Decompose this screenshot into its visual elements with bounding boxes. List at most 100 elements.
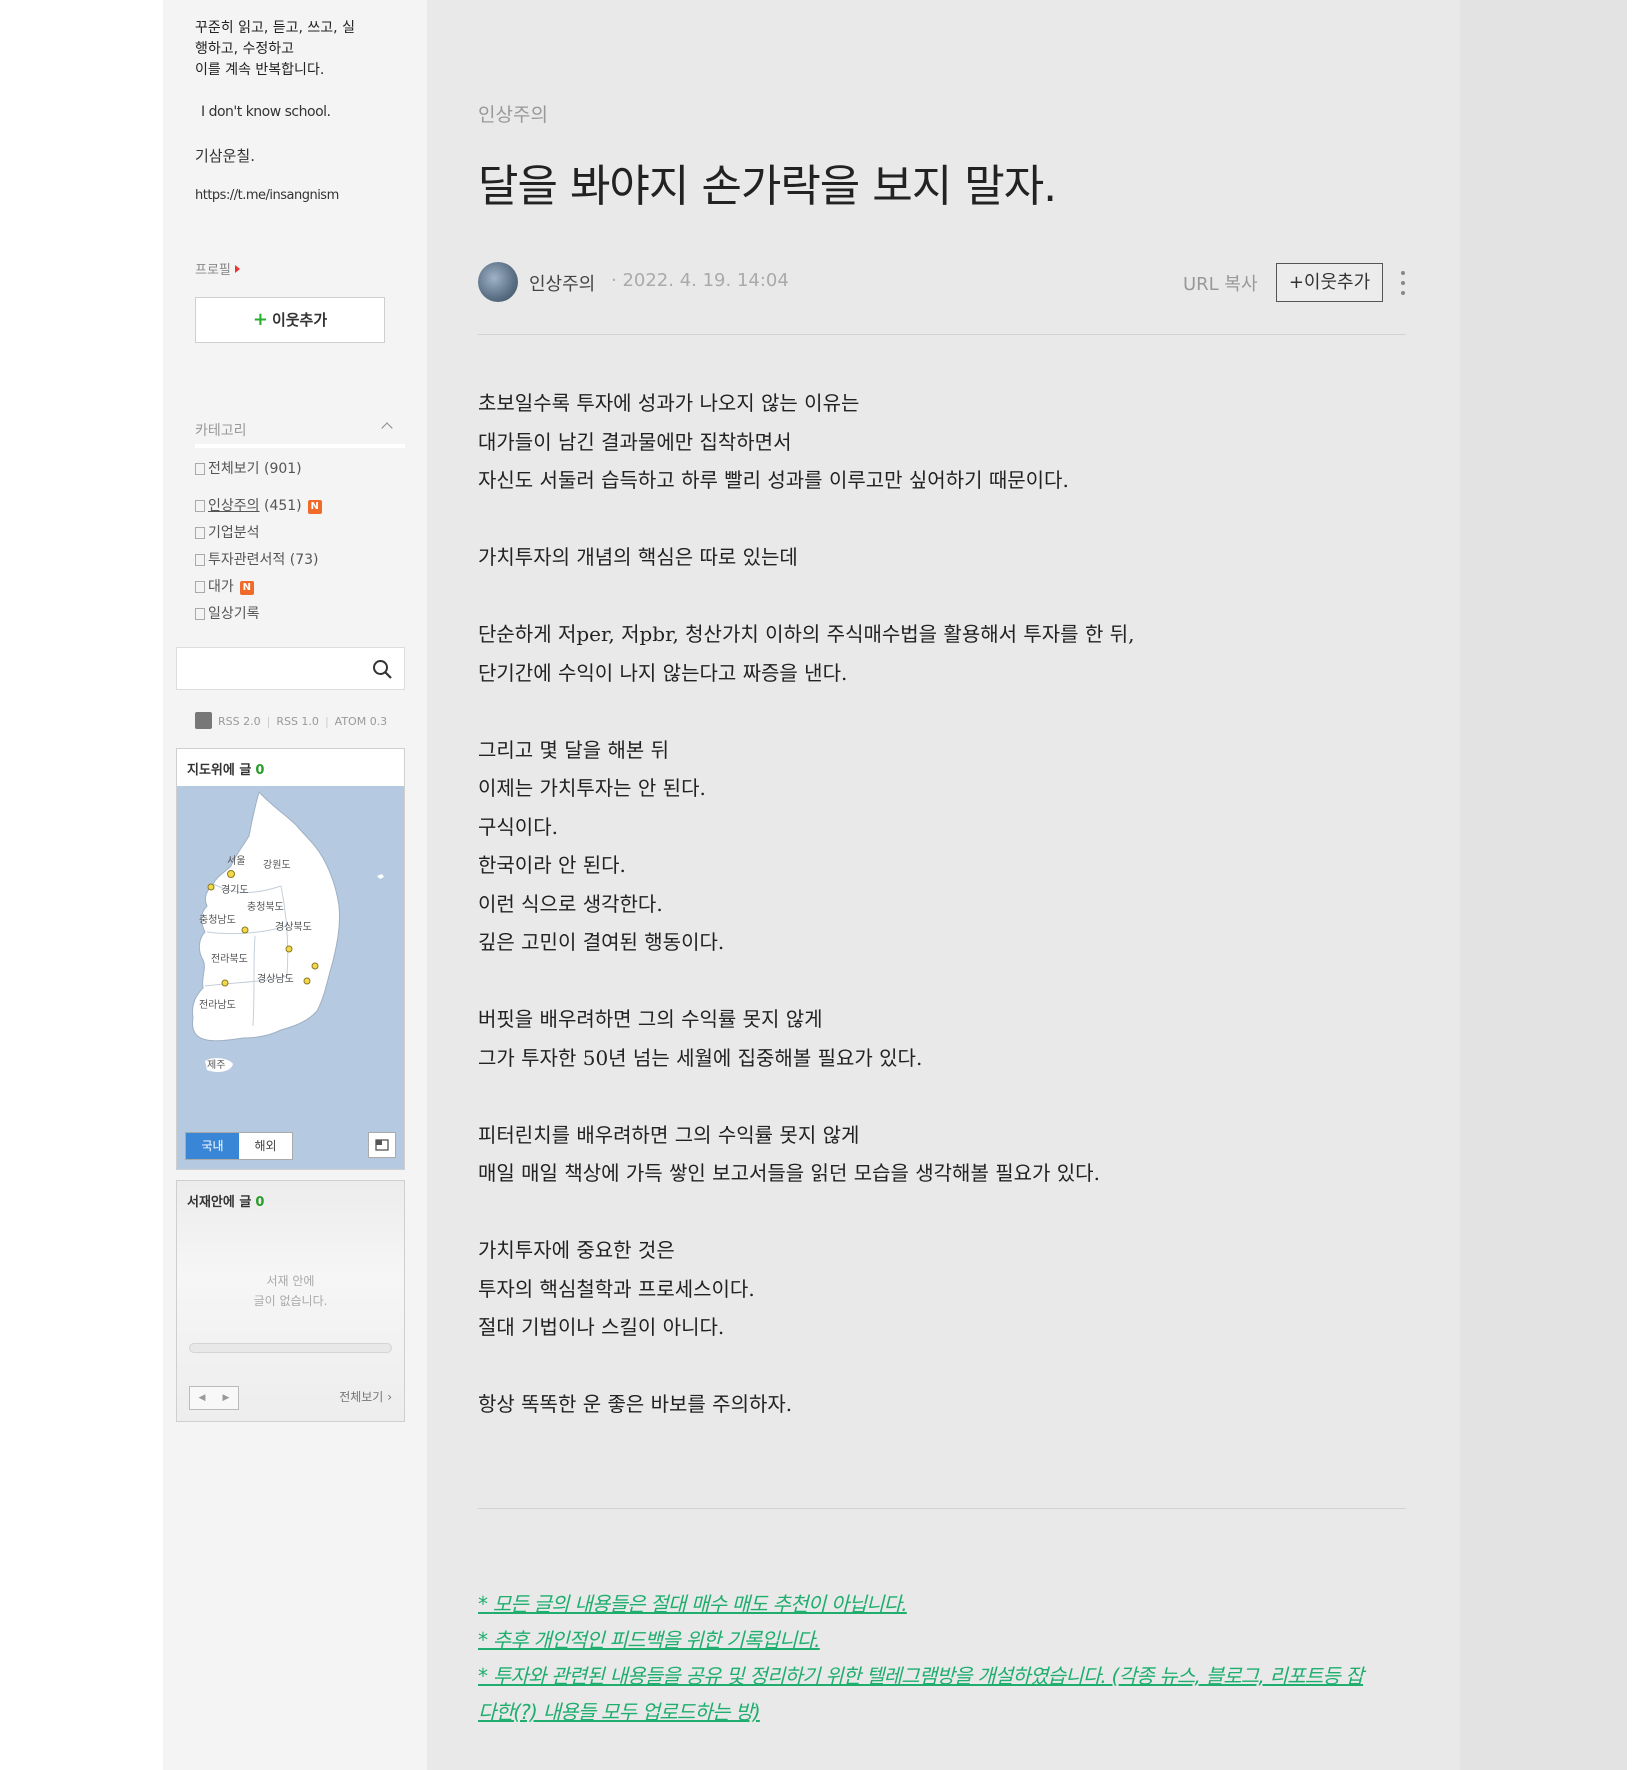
post-line: 그리고 몇 달을 해본 뒤 [478,737,670,762]
category-icon [195,463,205,475]
new-badge: N [307,500,322,514]
tab-domestic[interactable]: 국내 [186,1133,239,1159]
post-category-link[interactable]: 인상주의 [478,100,548,127]
rss-2-link[interactable]: RSS 2.0 [218,715,261,728]
scrollbar-track[interactable] [1627,0,1649,1770]
rss-1-link[interactable]: RSS 1.0 [276,715,319,728]
bookshelf-widget: 서재안에 글0 서재 안에 글이 없습니다. ◀ ▶ 전체보기 › [176,1180,405,1422]
intro-line: 행하고, 수정하고 [195,41,295,57]
header-divider [478,334,1406,335]
map-region-label: 경상남도 [257,972,294,985]
post-line: 단기간에 수익이 나지 않는다고 짜증을 낸다. [478,660,848,685]
post-line: 단순하게 저per, 저pbr, 청산가치 이하의 주식매수법을 활용해서 투자… [478,622,1135,646]
post-line: 그가 투자한 50년 넘는 세월에 집중해볼 필요가 있다. [478,1045,923,1070]
category-icon [195,554,205,566]
category-label: 일상기록 [208,606,260,622]
map-widget: 지도위에 글0 서울 강원도 경기도 충청북도 충청남도 경상북도 전라북도 경… [176,748,405,1170]
post-line: 가치투자의 개념의 핵심은 따로 있는데 [478,545,798,569]
map-region-label: 전라남도 [199,999,236,1011]
notice-link[interactable]: * 추후 개인적인 피드백을 위한 기록입니다. [478,1622,1408,1658]
post-date: · 2022. 4. 19. 14:04 [611,270,789,291]
post-line: 피터린치를 배우려하면 그의 수익률 못지 않게 [478,1122,860,1147]
map-region-label: 충청남도 [199,914,236,926]
category-item-investment-books[interactable]: 투자관련서적 (73) [195,549,318,569]
bookshelf-empty-message: 서재 안에 글이 없습니다. [177,1271,404,1311]
bookshelf-pager: ◀ ▶ [189,1386,239,1410]
search-icon[interactable] [372,659,392,679]
url-copy-button[interactable]: URL 복사 [1183,270,1258,296]
chevron-up-icon[interactable] [381,422,393,434]
category-item-all[interactable]: 전체보기 (901) [195,458,302,478]
post-line [478,962,1378,1001]
arrow-right-icon [234,265,240,273]
profile-label: 프로필 [195,263,231,278]
telegram-link[interactable]: https://t.me/insangnism [195,188,339,203]
sidebar: 꾸준히 읽고, 듣고, 쓰고, 실 행하고, 수정하고 이를 계속 반복합니다.… [163,0,427,1770]
tab-overseas[interactable]: 해외 [239,1133,292,1159]
map-region-label: 제주 [207,1059,225,1071]
category-label: 기업분석 [208,525,260,541]
profile-link[interactable]: 프로필 [195,259,240,278]
post-line: 한국이라 안 된다. [478,853,626,877]
next-page-button[interactable]: ▶ [214,1387,238,1409]
post-line: 대가들이 남긴 결과물에만 집착하면서 [478,429,792,454]
bookshelf-empty-line: 글이 없습니다. [253,1294,328,1308]
expand-map-button[interactable] [368,1132,396,1158]
post-line: 매일 매일 책상에 가득 쌓인 보고서들을 읽던 모습을 생각해볼 필요가 있다… [478,1161,1100,1185]
notice-link[interactable]: * 모든 글의 내용들은 절대 매수 매도 추천이 아닙니다. [478,1586,1408,1622]
post-line [478,577,1378,616]
right-margin [1460,0,1627,1770]
view-all-label: 전체보기 [339,1390,384,1404]
post-line: 가치투자에 중요한 것은 [478,1238,675,1262]
post-author[interactable]: 인상주의 [529,270,595,296]
bookshelf-post-count: 0 [255,1195,265,1210]
add-neighbor-label: 이웃추가 [271,311,328,329]
post-line [478,1193,1378,1232]
post-area: 인상주의 달을 봐야지 손가락을 보지 말자. 인상주의 · 2022. 4. … [427,0,1460,1770]
intro-line: 이를 계속 반복합니다. [195,62,325,78]
rss-icon [195,712,212,729]
category-icon [195,527,205,539]
category-item-company-analysis[interactable]: 기업분석 [195,522,260,542]
map-widget-title-label: 지도위에 글 [187,763,252,778]
avatar[interactable] [478,262,518,302]
left-margin [0,0,163,1770]
add-neighbor-button[interactable]: +이웃추가 [195,297,385,343]
map-region-label: 전라북도 [211,953,248,965]
category-count: (901) [263,461,302,477]
category-item-daily-log[interactable]: 일상기록 [195,603,260,623]
post-title: 달을 봐야지 손가락을 보지 말자. [478,161,1057,212]
expand-icon [375,1139,389,1151]
post-body: 초보일수록 투자에 성과가 나오지 않는 이유는 대가들이 남긴 결과물에만 집착… [478,384,1378,1424]
notice-link[interactable]: 다한(?) 내용들 모두 업로드하는 방) [478,1694,1408,1730]
prev-page-button[interactable]: ◀ [190,1387,214,1409]
category-item-insangjuui[interactable]: 인상주의 (451) N [195,495,322,515]
post-line: 항상 똑똑한 운 좋은 바보를 주의하자. [478,1392,793,1416]
atom-link[interactable]: ATOM 0.3 [335,715,388,728]
korea-map[interactable]: 서울 강원도 경기도 충청북도 충청남도 경상북도 전라북도 경상남도 전라남도… [177,786,404,1169]
post-line: 자신도 서둘러 습득하고 하루 빨리 성과를 이루고만 싶어하기 때문이다. [478,468,1069,492]
footer-divider [478,1508,1406,1509]
notice-link[interactable]: * 투자와 관련된 내용들을 공유 및 정리하기 위한 텔레그램방을 개설하였습… [478,1658,1408,1694]
post-line: 이런 식으로 생각한다. [478,891,663,916]
intro-line: 꾸준히 읽고, 듣고, 쓰고, 실 [195,20,355,36]
category-item-masters[interactable]: 대가 N [195,576,254,596]
bookshelf-scrollbar[interactable] [189,1343,392,1353]
map-post-count: 0 [255,763,265,778]
search-input[interactable] [185,658,359,682]
category-label: 대가 [208,579,234,595]
map-region-label: 경기도 [221,883,249,896]
category-header[interactable]: 카테고리 [195,418,405,448]
sidebar-search [176,647,405,690]
post-line [478,500,1378,539]
category-count: (73) [289,552,319,568]
map-widget-title: 지도위에 글0 [187,759,264,778]
post-line: 버핏을 배우려하면 그의 수익률 못지 않게 [478,1007,823,1031]
add-neighbor-button[interactable]: +이웃추가 [1276,263,1383,302]
plus-icon: + [252,309,268,330]
post-notices: * 모든 글의 내용들은 절대 매수 매도 추천이 아닙니다. * 추후 개인적… [478,1586,1408,1730]
post-line: 투자의 핵심철학과 프로세스이다. [478,1276,755,1301]
more-options-icon[interactable] [1397,268,1409,298]
blog-motto: I don't know school. [201,104,331,120]
bookshelf-view-all-link[interactable]: 전체보기 › [339,1388,392,1405]
